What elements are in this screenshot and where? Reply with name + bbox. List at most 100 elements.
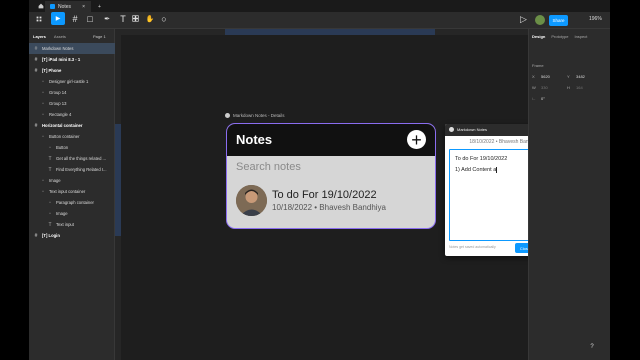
layer-item[interactable]: # [T] iPad mini 8.3 - 1: [29, 54, 115, 65]
layer-item[interactable]: ▫ Button container: [29, 131, 115, 142]
layer-item[interactable]: # [T] Phone: [29, 65, 115, 76]
layer-type-icon: ▫: [42, 100, 44, 107]
comment-tool-button[interactable]: ○: [159, 12, 169, 25]
layer-type-icon: ▫: [42, 133, 44, 140]
design-panel: Design Prototype Inspect Frame X 5620 Y …: [528, 29, 610, 360]
new-tab-button[interactable]: +: [93, 1, 106, 12]
x-field[interactable]: 5620: [541, 74, 550, 79]
main-menu-icon[interactable]: [35, 12, 43, 25]
frame-label-text: Markdown Notes - Details: [233, 113, 285, 118]
layer-type-icon: ▫: [49, 210, 51, 217]
layer-item[interactable]: ▫ Text input container: [29, 186, 115, 197]
w-label: W: [532, 85, 536, 90]
present-play-icon[interactable]: ▷: [520, 14, 527, 25]
layer-item[interactable]: ▫ Paragraph container: [29, 197, 115, 208]
layer-item[interactable]: # Markdown Notes: [29, 43, 115, 54]
text-tool-button[interactable]: T: [118, 12, 128, 25]
text-cursor: [496, 166, 498, 173]
top-ruler: [115, 29, 528, 35]
layer-item[interactable]: # [T] Login: [29, 230, 115, 241]
layer-item[interactable]: ▫ Image: [29, 175, 115, 186]
layer-type-icon: ▫: [42, 111, 44, 118]
ruler-selection-range: [225, 29, 435, 35]
layer-label: Find Everything Related I...: [56, 167, 107, 172]
y-label: Y: [567, 74, 570, 79]
layer-type-icon: ▫: [42, 89, 44, 96]
plugin-icon: [449, 127, 454, 132]
note-title: To do For 19/10/2022: [272, 189, 377, 201]
tab-assets[interactable]: Assets: [54, 34, 66, 39]
help-button[interactable]: ?: [586, 341, 598, 353]
zoom-level[interactable]: 196%: [589, 16, 602, 22]
tab-bar: Notes × +: [29, 0, 610, 12]
figma-window: Notes × + ▶ # □ ✒ T ✋ ○ Share ▷ 196% Lay: [29, 0, 610, 360]
w-field[interactable]: 330: [541, 85, 548, 90]
design-panel-tabs: Design Prototype Inspect: [532, 34, 587, 39]
layer-item[interactable]: T Text input: [29, 219, 115, 230]
layer-item[interactable]: ▫ Rectangle 4: [29, 109, 115, 120]
h-field[interactable]: 164: [576, 85, 583, 90]
tab-design[interactable]: Design: [532, 34, 545, 39]
layer-label: Markdown Notes: [42, 46, 74, 51]
share-button[interactable]: Share: [549, 15, 568, 26]
app-title: Notes: [236, 132, 273, 147]
layer-item[interactable]: ▫ Designer girl-castle 1: [29, 76, 115, 87]
home-icon: [38, 3, 44, 11]
plus-icon: +: [98, 3, 101, 10]
layer-item[interactable]: ▫ Group 13: [29, 98, 115, 109]
layer-label: Text input: [56, 222, 74, 227]
search-notes-input[interactable]: Search notes: [236, 161, 301, 173]
tab-notes-file[interactable]: Notes ×: [45, 1, 91, 12]
layer-item[interactable]: T Find Everything Related I...: [29, 164, 115, 175]
frame-icon: #: [72, 13, 78, 24]
layer-type-icon: ▫: [42, 188, 44, 195]
pen-tool-button[interactable]: ✒: [102, 12, 112, 25]
rectangle-icon: □: [87, 13, 93, 24]
layer-label: Paragraph container: [56, 200, 94, 205]
layer-label: Group 14: [49, 90, 67, 95]
layer-item[interactable]: # Horizontal container: [29, 120, 115, 131]
figma-file-icon: [50, 4, 55, 9]
tab-prototype[interactable]: Prototype: [551, 34, 568, 39]
y-field[interactable]: 3482: [576, 74, 585, 79]
layer-type-icon: T: [48, 155, 52, 162]
comment-icon: ○: [161, 13, 167, 24]
dialog-title: Markdown Notes: [457, 127, 488, 132]
tab-layers[interactable]: Layers: [33, 34, 46, 39]
user-avatar[interactable]: [535, 15, 545, 25]
move-icon: ▶: [55, 16, 61, 22]
layer-item[interactable]: ▫ Group 14: [29, 87, 115, 98]
rotation-field[interactable]: 0°: [541, 96, 545, 101]
frame-section-title[interactable]: Frame: [532, 63, 544, 68]
plus-icon: +: [411, 129, 422, 150]
page-selector[interactable]: Page 1: [93, 34, 106, 39]
layer-item[interactable]: T Get all the things related ...: [29, 153, 115, 164]
rotation-icon: ∟: [532, 96, 536, 101]
tab-close-icon[interactable]: ×: [82, 4, 85, 10]
layer-type-icon: ▫: [49, 199, 51, 206]
note-list-item[interactable]: To do For 19/10/2022 10/18/2022 • Bhaves…: [233, 182, 431, 222]
notes-app-frame[interactable]: Notes + Search notes To do For 19/10/202…: [226, 123, 436, 229]
layer-type-icon: ▫: [42, 177, 44, 184]
help-icon: ?: [590, 344, 594, 350]
frame-tool-button[interactable]: #: [70, 12, 80, 25]
frame-label[interactable]: Markdown Notes - Details: [225, 113, 285, 118]
layer-type-icon: ▫: [42, 78, 44, 85]
add-note-button[interactable]: +: [407, 130, 426, 149]
layer-label: Group 13: [49, 101, 67, 106]
ruler-selection-range-vertical: [115, 124, 121, 236]
layer-label: Text input container: [49, 189, 86, 194]
app-header: Notes +: [227, 124, 435, 156]
tab-inspect[interactable]: Inspect: [574, 34, 587, 39]
shape-tool-button[interactable]: □: [85, 12, 95, 25]
resources-tool-button[interactable]: [130, 12, 140, 25]
layer-label: Designer girl-castle 1: [49, 79, 89, 84]
note-meta: 10/18/2022 • Bhavesh Bandhiya: [272, 203, 386, 212]
move-tool-button[interactable]: ▶: [51, 12, 65, 25]
layer-item[interactable]: ▫ Button: [29, 142, 115, 153]
hand-tool-button[interactable]: ✋: [145, 12, 155, 25]
x-label: X: [532, 74, 535, 79]
layer-item[interactable]: ▫ Image: [29, 208, 115, 219]
layer-label: Horizontal container: [42, 123, 83, 128]
layer-label: Button: [56, 145, 69, 150]
